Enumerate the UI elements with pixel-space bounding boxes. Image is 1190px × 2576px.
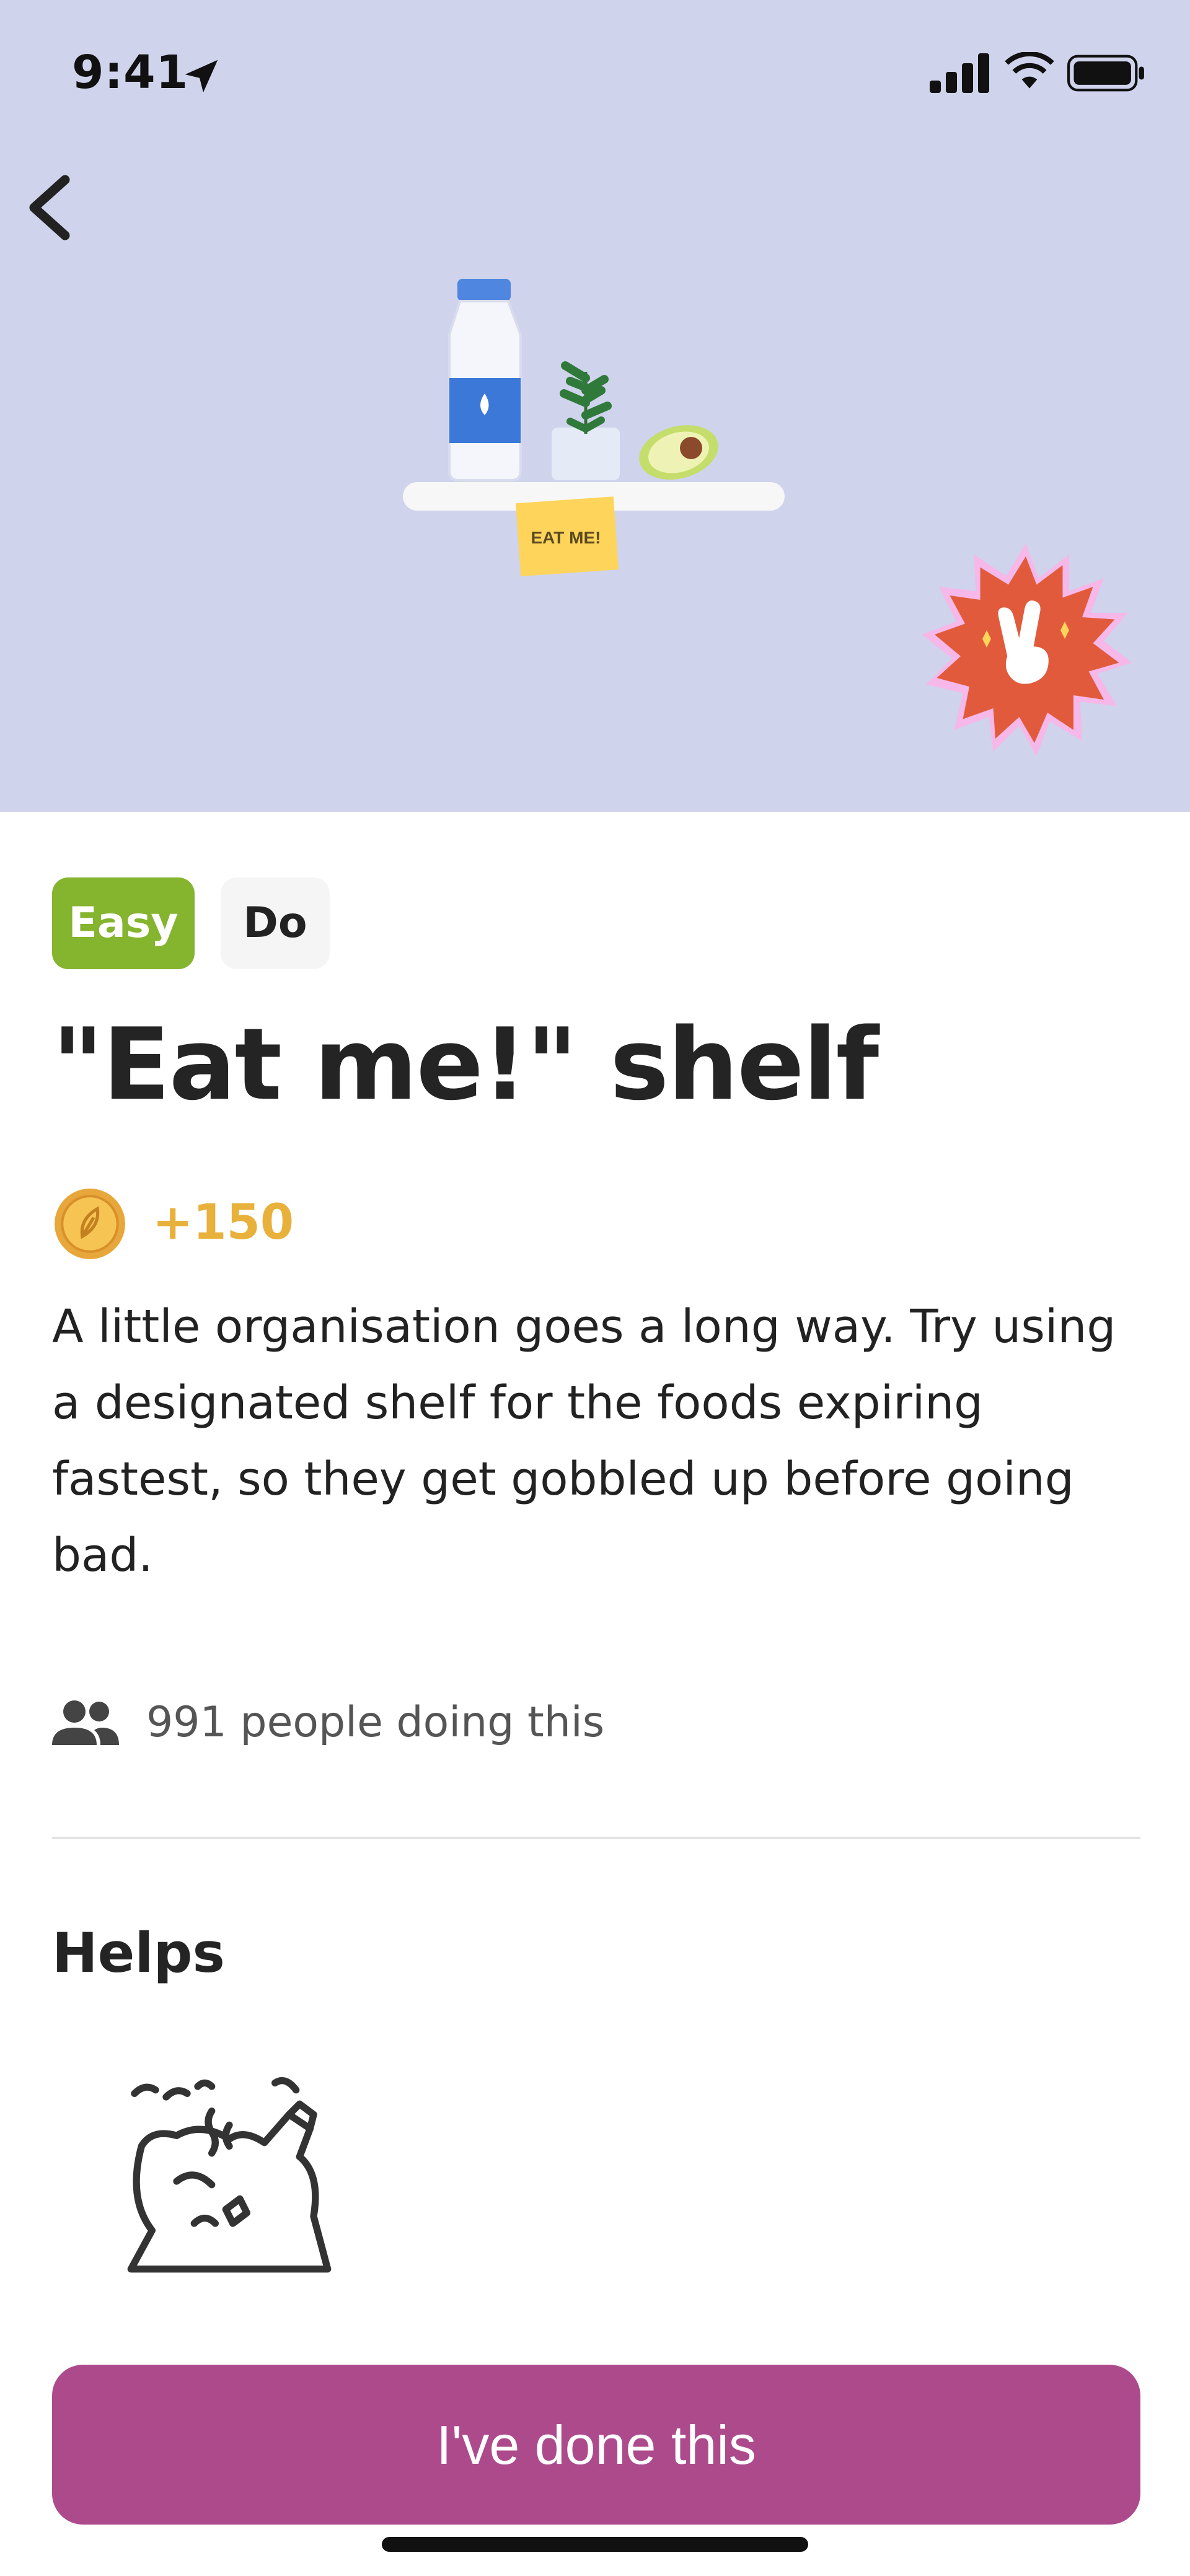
people-icon: [52, 1700, 119, 1745]
food-waste-icon: [127, 2077, 332, 2273]
shelf-illustration: EAT ME!: [403, 279, 785, 576]
eat-me-note-label: EAT ME!: [531, 528, 601, 547]
points-reward: +150: [152, 1195, 294, 1251]
description: A little organisation goes a long way. T…: [52, 1300, 1116, 1582]
coin-icon: [55, 1189, 125, 1259]
cellular-signal-icon: [930, 53, 989, 93]
divider: [52, 1837, 1140, 1839]
location-arrow-icon: [185, 59, 218, 93]
people-count: 991 people doing this: [146, 1698, 605, 1747]
difficulty-tag: Easy: [52, 877, 195, 969]
hero-banner: 9:41 EAT ME!: [0, 0, 1190, 812]
done-button[interactable]: I've done this: [52, 2365, 1140, 2525]
page-title: "Eat me!" shelf: [52, 1006, 879, 1122]
helps-heading: Helps: [52, 1921, 225, 1985]
back-chevron-icon[interactable]: [19, 170, 81, 245]
peace-badge: [922, 543, 1132, 756]
status-time: 9:41: [72, 46, 189, 99]
wifi-icon: [1005, 52, 1054, 89]
battery-icon: [1067, 55, 1144, 92]
home-indicator: [382, 2537, 808, 2552]
type-tag: Do: [221, 877, 330, 969]
